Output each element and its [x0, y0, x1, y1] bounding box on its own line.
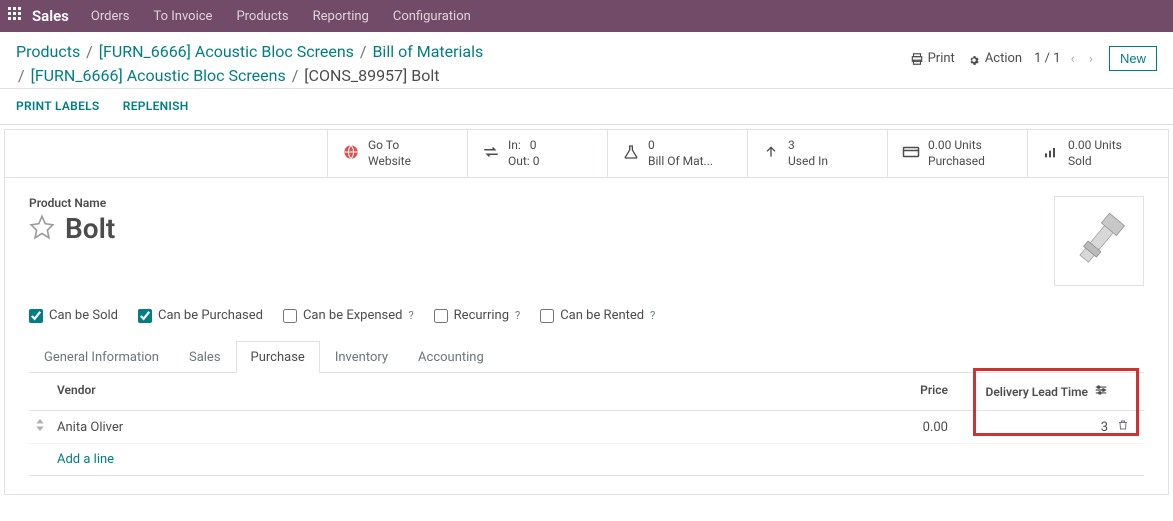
transfer-icon: [482, 143, 500, 165]
pager-prev[interactable]: ‹: [1067, 49, 1079, 69]
stat-sold[interactable]: 0.00 UnitsSold: [1028, 130, 1168, 177]
nav-reporting[interactable]: Reporting: [313, 9, 369, 24]
crumb-products[interactable]: Products: [16, 42, 80, 61]
crumb-bom[interactable]: Bill of Materials: [372, 42, 483, 61]
action-menu[interactable]: Action: [967, 51, 1022, 66]
nav-orders[interactable]: Orders: [91, 9, 130, 24]
crumb-current: [CONS_89957] Bolt: [304, 66, 439, 85]
stat-used-in[interactable]: 3Used In: [748, 130, 888, 177]
check-can-be-rented[interactable]: Can be Rented?: [540, 308, 655, 323]
stat-purchased[interactable]: 0.00 UnitsPurchased: [888, 130, 1028, 177]
adjust-columns-icon[interactable]: [1094, 383, 1108, 400]
delete-row-icon[interactable]: [1108, 419, 1138, 435]
check-recurring[interactable]: Recurring?: [434, 308, 521, 323]
header-delivery-lead-time[interactable]: Delivery Lead Time: [986, 385, 1088, 399]
add-line-button[interactable]: Add a line: [29, 444, 1144, 476]
product-name-label: Product Name: [29, 196, 1054, 210]
product-image[interactable]: [1054, 196, 1144, 286]
breadcrumb: Products / [FURN_6666] Acoustic Bloc Scr…: [16, 40, 910, 88]
cell-vendor[interactable]: Anita Oliver: [57, 420, 828, 435]
favorite-star-icon[interactable]: [29, 214, 55, 244]
header-vendor[interactable]: Vendor: [57, 383, 828, 400]
pager-next[interactable]: ›: [1085, 49, 1097, 69]
brand[interactable]: Sales: [32, 7, 69, 25]
drag-handle-icon[interactable]: [35, 419, 57, 435]
flask-icon: [622, 144, 640, 164]
cell-lead-time[interactable]: 3: [1101, 420, 1108, 435]
apps-icon[interactable]: [8, 7, 22, 25]
stat-inout[interactable]: In: 0Out: 0: [468, 130, 608, 177]
nav-to-invoice[interactable]: To Invoice: [153, 9, 212, 24]
control-panel: PRINT LABELS REPLENISH: [0, 89, 1173, 125]
tabs: General Information Sales Purchase Inven…: [29, 341, 1144, 373]
replenish-button[interactable]: REPLENISH: [123, 99, 189, 113]
pager-text[interactable]: 1 / 1: [1034, 51, 1060, 66]
check-can-be-sold[interactable]: Can be Sold: [29, 308, 118, 323]
tab-inventory[interactable]: Inventory: [320, 341, 403, 373]
stat-website[interactable]: Go ToWebsite: [328, 130, 468, 177]
crumb-furn2[interactable]: [FURN_6666] Acoustic Bloc Screens: [31, 66, 286, 85]
check-can-be-purchased[interactable]: Can be Purchased: [138, 308, 263, 323]
credit-card-icon: [902, 143, 920, 165]
bar-chart-icon: [1042, 144, 1060, 164]
header-row: Products / [FURN_6666] Acoustic Bloc Scr…: [0, 32, 1173, 89]
print-action[interactable]: Print: [910, 51, 955, 66]
tab-general[interactable]: General Information: [29, 341, 174, 373]
nav-products[interactable]: Products: [236, 9, 288, 24]
up-arrow-icon: [762, 144, 780, 164]
stat-bom[interactable]: 0Bill Of Mat...: [608, 130, 748, 177]
tab-accounting[interactable]: Accounting: [403, 341, 499, 373]
tab-sales[interactable]: Sales: [174, 341, 236, 373]
nav-configuration[interactable]: Configuration: [393, 9, 471, 24]
form-body: Product Name Bolt Can be Sold Can be Pur…: [4, 178, 1169, 495]
crumb-furn1[interactable]: [FURN_6666] Acoustic Bloc Screens: [99, 42, 354, 61]
header-price[interactable]: Price: [828, 383, 948, 400]
vendor-grid-header: Vendor Price Delivery Lead Time: [29, 373, 1144, 411]
check-can-be-expensed[interactable]: Can be Expensed?: [283, 308, 414, 323]
vendor-row[interactable]: Anita Oliver 0.00 3: [29, 411, 1144, 444]
print-labels-button[interactable]: PRINT LABELS: [16, 99, 100, 113]
product-name[interactable]: Bolt: [65, 212, 115, 245]
action-label: Action: [985, 51, 1022, 66]
cell-price[interactable]: 0.00: [828, 420, 948, 435]
stat-buttons: Go ToWebsite In: 0Out: 0 0Bill Of Mat...…: [4, 129, 1169, 178]
globe-icon: [342, 144, 360, 164]
top-navbar: Sales Orders To Invoice Products Reporti…: [0, 0, 1173, 32]
pager: 1 / 1 ‹ ›: [1034, 49, 1097, 69]
tab-purchase[interactable]: Purchase: [236, 341, 320, 373]
print-label: Print: [928, 51, 955, 66]
new-button[interactable]: New: [1109, 46, 1157, 71]
